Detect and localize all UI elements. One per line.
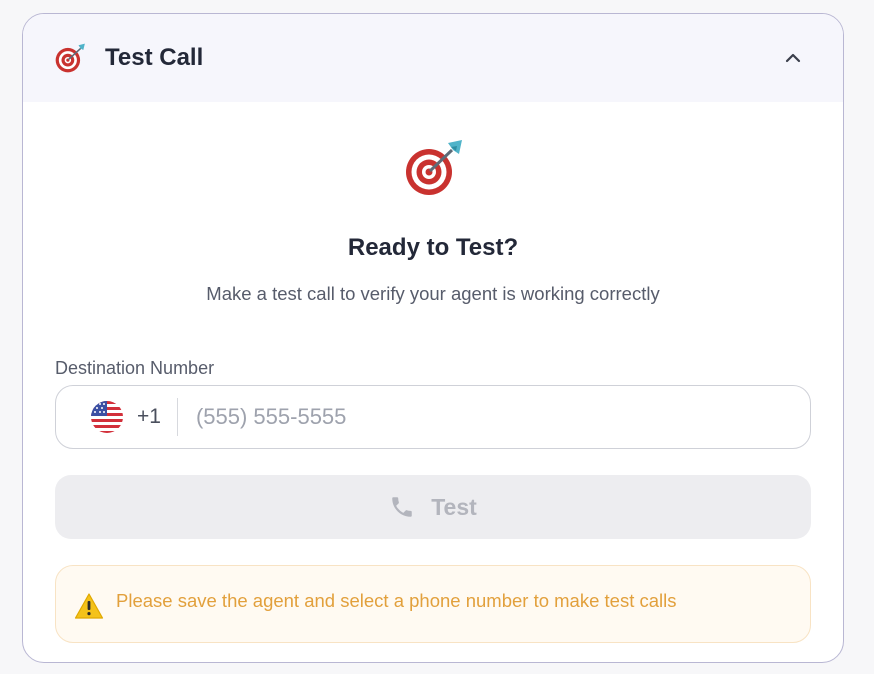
phone-icon xyxy=(392,497,412,517)
chevron-up-icon xyxy=(785,53,801,63)
test-button-label: Test xyxy=(431,493,477,520)
dial-code: +1 xyxy=(137,405,161,428)
test-call-card: Test Call Ready to Test? Make a test cal… xyxy=(22,13,844,663)
dart-target-icon xyxy=(53,41,87,75)
card-title: Test Call xyxy=(105,44,204,71)
divider xyxy=(176,398,178,436)
us-flag-icon xyxy=(91,401,123,433)
warning-icon xyxy=(74,593,104,619)
destination-number-label: Destination Number xyxy=(55,358,215,378)
test-call-button[interactable]: Test xyxy=(55,475,811,539)
dart-target-icon xyxy=(401,138,465,198)
destination-number-field[interactable]: +1 xyxy=(55,385,811,449)
phone-number-input[interactable] xyxy=(195,404,756,430)
warning-banner: Please save the agent and select a phone… xyxy=(55,565,811,643)
hero-title: Ready to Test? xyxy=(347,234,519,261)
card-header[interactable]: Test Call xyxy=(23,14,843,102)
warning-text: Please save the agent and select a phone… xyxy=(116,590,677,611)
country-code-select[interactable]: +1 xyxy=(56,386,161,448)
hero-subtitle: Make a test call to verify your agent is… xyxy=(206,283,660,304)
collapse-button[interactable] xyxy=(779,44,807,72)
